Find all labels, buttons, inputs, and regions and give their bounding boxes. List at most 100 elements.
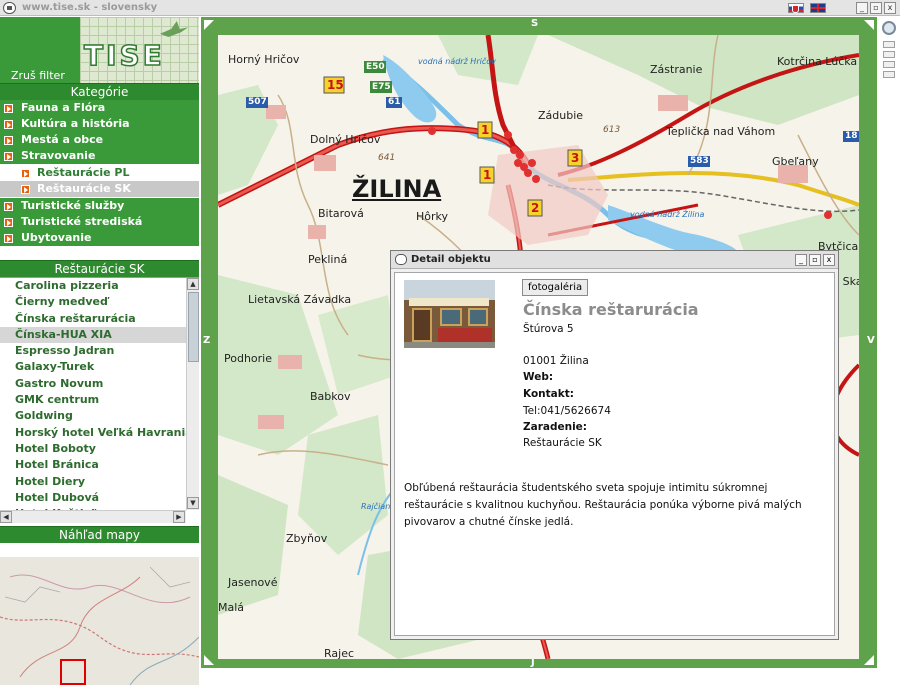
gallery-button[interactable]: fotogaléria <box>522 279 589 296</box>
vertical-scrollbar[interactable]: ▲ ▼ <box>186 278 199 510</box>
dialog-close-button[interactable]: x <box>823 254 835 266</box>
browser-title-bar: www.tise.sk - slovensky _ ▫ x <box>0 0 900 16</box>
pan-southeast-icon[interactable] <box>864 655 874 665</box>
dialog-body: fotogaléria Čínska reštarurácia Štúrova … <box>394 272 835 636</box>
clear-filter-link[interactable]: Zruš filter <box>11 69 65 82</box>
category-item-mesta[interactable]: Mestá a obce <box>0 132 199 148</box>
app-icon <box>3 2 16 14</box>
pan-northeast-icon[interactable] <box>864 20 874 30</box>
scroll-thumb[interactable] <box>188 292 199 362</box>
list-item[interactable]: GMK centrum <box>0 392 186 408</box>
dialog-icon <box>395 254 407 265</box>
map-city-label: ŽILINA <box>352 175 442 203</box>
list-item[interactable]: Čínska-HUA XIA <box>0 326 186 344</box>
road-number-label: 583 <box>690 156 709 166</box>
list-item[interactable]: Čínska reštarurácia <box>0 311 186 327</box>
subcategory-item-restauracie-pl[interactable]: Reštaurácie PL <box>0 165 199 181</box>
english-flag-icon[interactable] <box>810 3 826 13</box>
restaurant-list: Carolina pizzeria Čierny medveď Čínska reš… <box>0 277 199 523</box>
restaurant-photo <box>404 280 495 348</box>
road-number-label: E75 <box>372 82 391 92</box>
bullet-arrow-icon <box>4 202 13 211</box>
list-item[interactable]: Goldwing <box>0 408 186 424</box>
category-item-turisticke-strediska[interactable]: Turistické strediská <box>0 214 199 230</box>
road-number-label: 3 <box>571 151 580 165</box>
dialog-title-bar[interactable]: Detail objektu _ ▫ x <box>391 251 838 269</box>
list-item[interactable]: Hotel Dubová <box>0 490 186 506</box>
map-place-label: Malá <box>218 601 245 614</box>
close-button[interactable]: x <box>884 2 896 14</box>
road-number-label: 61 <box>388 97 401 107</box>
pan-north-button[interactable]: S <box>531 18 538 29</box>
list-item[interactable]: Carolina pizzeria <box>0 278 186 294</box>
height-label: 641 <box>378 153 396 163</box>
slovak-flag-icon[interactable] <box>788 3 804 13</box>
list-item[interactable]: Hotel Boboty <box>0 441 186 457</box>
road-number-label: E50 <box>366 62 385 72</box>
map-preview[interactable] <box>0 557 199 685</box>
category-item-turisticke-sluzby[interactable]: Turistické služby <box>0 198 199 214</box>
scroll-right-icon[interactable]: ▶ <box>173 511 185 523</box>
zoom-level-4[interactable] <box>883 71 895 78</box>
pan-northwest-icon[interactable] <box>204 20 214 30</box>
list-item[interactable]: Čierny medveď <box>0 294 186 310</box>
map-place-label: Hôrky <box>416 210 449 223</box>
map-place-label: Zbyňov <box>286 532 328 545</box>
logo: TISE Zruš filter <box>0 17 199 83</box>
pan-east-button[interactable]: V <box>867 335 875 346</box>
map-place-label: Lietavská Závadka <box>248 293 352 306</box>
restore-button[interactable]: ▫ <box>870 2 882 14</box>
list-item[interactable]: Hotel Bránica <box>0 457 186 473</box>
map-place-label: Zádubie <box>538 109 584 122</box>
map-place-label: Bitarová <box>318 207 364 220</box>
map-place-label: Horný Hričov <box>228 53 300 66</box>
road-number-label: 2 <box>531 201 540 215</box>
zoom-level-3[interactable] <box>883 61 895 68</box>
bullet-arrow-icon <box>4 218 13 227</box>
bullet-arrow-icon <box>4 234 13 243</box>
list-item[interactable]: Hotel Diery <box>0 474 186 490</box>
list-item[interactable]: Horský hotel Veľká Havrania <box>0 425 186 441</box>
subcategory-item-restauracie-sk[interactable]: Reštaurácie SK <box>0 181 199 197</box>
dialog-restore-button[interactable]: ▫ <box>809 254 821 266</box>
list-item[interactable]: Espresso Jadran <box>0 343 186 359</box>
map-place-label: Jasenové <box>228 576 278 589</box>
category-value: Reštaurácie SK <box>523 437 602 449</box>
map-place-label: Babkov <box>310 390 351 403</box>
zoom-icon[interactable] <box>882 21 896 35</box>
street-address: Štúrova 5 <box>523 323 574 335</box>
list-item[interactable]: Galaxy-Turek <box>0 359 186 375</box>
restaurant-name: Čínska reštarurácia <box>523 300 699 319</box>
scroll-up-icon[interactable]: ▲ <box>187 278 199 290</box>
pan-southwest-icon[interactable] <box>204 655 214 665</box>
category-item-ubytovanie[interactable]: Ubytovanie <box>0 230 199 246</box>
scroll-down-icon[interactable]: ▼ <box>187 497 199 509</box>
restaurant-description: Obľúbená reštaurácia študentského sveta … <box>404 482 802 528</box>
logo-text: TISE <box>83 38 165 73</box>
detail-dialog: Detail objektu _ ▫ x fotogaléria Čínska … <box>390 250 839 640</box>
minimize-button[interactable]: _ <box>856 2 868 14</box>
water-label: vodná nádrž Žilina <box>630 210 705 219</box>
scroll-left-icon[interactable]: ◀ <box>0 511 12 523</box>
preview-header: Náhľad mapy <box>0 526 199 543</box>
bullet-arrow-icon <box>4 104 13 113</box>
list-item[interactable]: Gastro Novum <box>0 376 186 392</box>
map-place-label: Gbeľany <box>772 155 819 168</box>
zoom-level-1[interactable] <box>883 41 895 48</box>
road-number-label: 1 <box>481 123 490 137</box>
map-place-label: Rajec <box>324 647 355 659</box>
bullet-arrow-icon <box>21 185 30 194</box>
postal-city: 01001 Žilina <box>523 355 589 367</box>
category-item-kultura[interactable]: Kultúra a história <box>0 116 199 132</box>
list-header: Reštaurácie SK <box>0 260 199 277</box>
pan-west-button[interactable]: Z <box>203 335 210 346</box>
bullet-arrow-icon <box>21 169 30 178</box>
horizontal-scrollbar[interactable]: ◀ ▶ <box>0 510 186 523</box>
category-item-stravovanie[interactable]: Stravovanie <box>0 148 199 164</box>
category-item-fauna[interactable]: Fauna a Flóra <box>0 100 199 116</box>
zoom-level-2[interactable] <box>883 51 895 58</box>
water-label: vodná nádrž Hričov <box>418 57 496 66</box>
dialog-minimize-button[interactable]: _ <box>795 254 807 266</box>
category-label: Zaradenie: <box>523 421 587 433</box>
bullet-arrow-icon <box>4 136 13 145</box>
